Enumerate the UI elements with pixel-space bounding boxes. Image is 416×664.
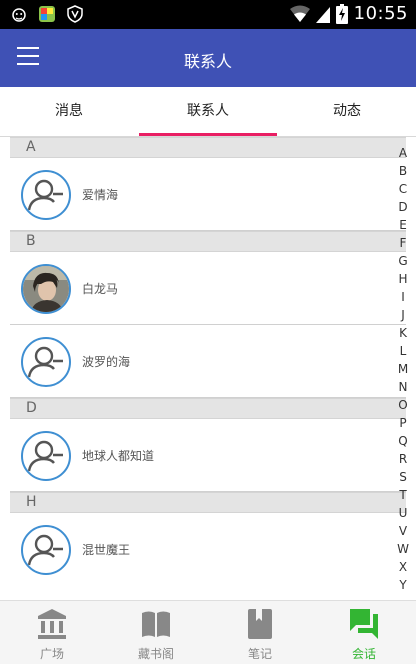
nav-label: 广场: [39, 647, 64, 661]
index-letter[interactable]: T: [396, 486, 410, 504]
section-header: D: [10, 398, 406, 419]
index-letter[interactable]: P: [396, 414, 410, 432]
tab-bar: 消息 联系人 动态: [0, 87, 416, 137]
contact-row[interactable]: 白龙马: [10, 252, 406, 325]
app-notification-icon: [39, 6, 55, 22]
contact-name: 波罗的海: [82, 355, 131, 369]
contact-row[interactable]: 地球人都知道: [10, 419, 406, 492]
contact-name: 混世魔王: [82, 543, 131, 557]
nav-label: 笔记: [247, 647, 272, 661]
index-letter[interactable]: X: [396, 558, 410, 576]
index-letter[interactable]: R: [396, 450, 410, 468]
index-letter[interactable]: O: [396, 396, 410, 414]
index-letter[interactable]: K: [396, 324, 410, 342]
nav-chat[interactable]: 会话: [312, 601, 416, 664]
contact-name: 地球人都知道: [82, 449, 155, 463]
contact-row[interactable]: 波罗的海: [10, 325, 406, 398]
contact-name: 白龙马: [82, 282, 119, 296]
nav-label: 会话: [351, 647, 376, 661]
section-header: H: [10, 492, 406, 513]
contact-row[interactable]: 混世魔王: [10, 513, 406, 586]
index-letter[interactable]: I: [396, 288, 410, 306]
index-letter[interactable]: N: [396, 378, 410, 396]
nav-notes[interactable]: 笔记: [208, 601, 312, 664]
bank-icon: [38, 609, 66, 639]
index-letter[interactable]: C: [396, 180, 410, 198]
photo-avatar: [21, 264, 71, 314]
bottom-navigation: 广场 藏书阁 笔记 会话: [0, 600, 416, 664]
index-letter[interactable]: E: [396, 216, 410, 234]
index-letter[interactable]: V: [396, 522, 410, 540]
contact-list[interactable]: A 爱情海 B 白龙马波罗的海 D 地球人都知道 H 混世魔王: [10, 137, 406, 600]
default-avatar-icon: [21, 525, 71, 575]
bookmark-icon: [248, 609, 272, 639]
section-header: B: [10, 231, 406, 252]
tab-moments[interactable]: 动态: [278, 87, 416, 137]
index-letter[interactable]: A: [396, 144, 410, 162]
section-header: A: [10, 137, 406, 158]
index-letter[interactable]: J: [396, 306, 410, 324]
index-letter[interactable]: B: [396, 162, 410, 180]
status-bar: 10:55: [0, 0, 416, 29]
contact-row[interactable]: 爱情海: [10, 158, 406, 231]
index-letter[interactable]: L: [396, 342, 410, 360]
wifi-icon: [289, 5, 310, 22]
index-letter[interactable]: M: [396, 360, 410, 378]
contact-name: 爱情海: [82, 188, 119, 202]
alphabet-index-bar[interactable]: ABCDEFGHIJKLMNOPQRSTUVWXY: [396, 144, 410, 594]
signal-icon: [315, 6, 330, 23]
default-avatar-icon: [21, 337, 71, 387]
index-letter[interactable]: Y: [396, 576, 410, 594]
index-letter[interactable]: G: [396, 252, 410, 270]
battery-charging-icon: [335, 3, 348, 24]
tab-indicator: [139, 133, 277, 136]
index-letter[interactable]: S: [396, 468, 410, 486]
index-letter[interactable]: F: [396, 234, 410, 252]
nav-label: 藏书阁: [137, 647, 174, 661]
index-letter[interactable]: D: [396, 198, 410, 216]
index-letter[interactable]: Q: [396, 432, 410, 450]
tab-contacts[interactable]: 联系人: [139, 87, 277, 137]
nav-square[interactable]: 广场: [0, 601, 104, 664]
index-letter[interactable]: W: [396, 540, 410, 558]
chat-icon: [350, 609, 378, 639]
index-letter[interactable]: H: [396, 270, 410, 288]
index-letter[interactable]: U: [396, 504, 410, 522]
nav-library[interactable]: 藏书阁: [104, 601, 208, 664]
app-bar: 联系人: [0, 29, 416, 87]
page-title: 联系人: [183, 52, 232, 71]
shield-icon: [67, 5, 83, 23]
android-debug-icon: [12, 8, 26, 22]
default-avatar-icon: [21, 431, 71, 481]
tab-messages[interactable]: 消息: [0, 87, 138, 137]
clock-time: 10:55: [353, 3, 408, 24]
book-icon: [142, 611, 170, 637]
default-avatar-icon: [21, 170, 71, 220]
